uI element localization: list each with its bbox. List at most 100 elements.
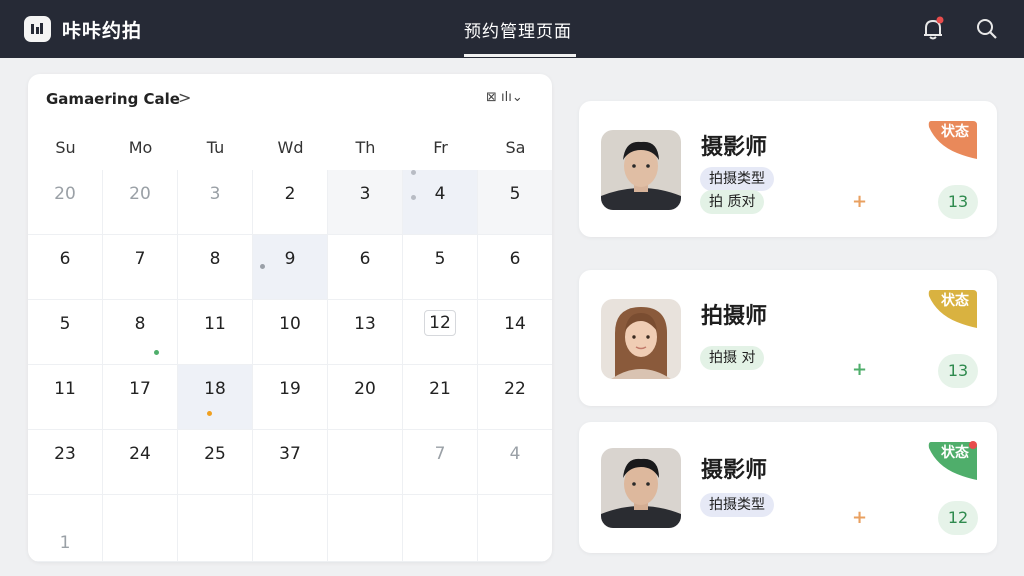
calendar-day[interactable]: 7 (103, 235, 178, 300)
calendar-day[interactable]: 21 (403, 365, 478, 430)
calendar-day[interactable]: 7 (403, 430, 478, 495)
day-number: 13 (354, 314, 376, 334)
day-number: 23 (54, 444, 76, 464)
tag[interactable]: 拍 质对 (700, 190, 765, 214)
day-number: 7 (134, 249, 146, 269)
calendar-day[interactable]: 4 (403, 170, 478, 235)
calendar-day[interactable]: 2 (253, 170, 328, 235)
photographer-card[interactable]: 拍摄师 拍摄 对 + 13 状态 (579, 270, 997, 406)
camera-app-logo-icon[interactable] (24, 16, 51, 42)
calendar-day[interactable]: 11 (178, 300, 253, 365)
calendar-day[interactable]: 11 (28, 365, 103, 430)
calendar-day[interactable]: 4 (478, 430, 552, 495)
day-number: 8 (209, 249, 221, 269)
calendar-day[interactable]: 1 (28, 495, 103, 562)
calendar-day[interactable]: 10 (253, 300, 328, 365)
calendar-day[interactable] (103, 495, 178, 562)
calendar-day[interactable]: 5 (478, 170, 552, 235)
calendar-day[interactable]: 25 (178, 430, 253, 495)
calendar-day[interactable] (178, 495, 253, 562)
day-number: 25 (204, 444, 226, 464)
page-title[interactable]: 预约管理页面 (464, 17, 572, 42)
day-number: 24 (129, 444, 151, 464)
calendar-day[interactable]: 20 (328, 365, 403, 430)
bell-icon[interactable] (920, 16, 946, 42)
day-number: 20 (54, 184, 76, 204)
calendar-day[interactable]: 24 (103, 430, 178, 495)
search-icon[interactable] (974, 16, 1000, 42)
calendar-day[interactable] (253, 495, 328, 562)
calendar-day[interactable]: 3 (328, 170, 403, 235)
day-number: 4 (509, 444, 521, 464)
day-number: 17 (129, 379, 151, 399)
day-number: 10 (279, 314, 301, 334)
add-button[interactable]: + (852, 359, 867, 380)
day-number: 8 (134, 314, 146, 334)
calendar-day[interactable]: 8 (178, 235, 253, 300)
calendar-day[interactable]: 6 (28, 235, 103, 300)
calendar-day[interactable]: 6 (328, 235, 403, 300)
calendar-day[interactable] (478, 495, 552, 562)
top-bar: 咔咔约拍 预约管理页面 (0, 0, 1024, 58)
event-dot (207, 411, 212, 416)
calendar-day[interactable] (328, 495, 403, 562)
calendar-day-selected[interactable]: 12 (403, 300, 478, 365)
event-dot (411, 195, 416, 200)
calendar-day[interactable]: 3 (178, 170, 253, 235)
calendar-card: Gamaering Cale > ⊠ ılı⌄ Su Mo Tu Wd Th F… (28, 74, 552, 562)
day-number: 37 (279, 444, 301, 464)
add-button[interactable]: + (852, 191, 867, 212)
calendar-day[interactable]: 5 (28, 300, 103, 365)
day-number: 7 (434, 444, 446, 464)
calendar-day[interactable]: 17 (103, 365, 178, 430)
avatar[interactable] (601, 130, 681, 210)
shoot-type-tag[interactable]: 拍摄类型 (700, 167, 774, 191)
weekday-label: Wd (277, 138, 304, 157)
day-number: 14 (504, 314, 526, 334)
day-number: 20 (354, 379, 376, 399)
photographer-card[interactable]: 摄影师 拍摄类型 拍 质对 + 13 状态 (579, 101, 997, 237)
calendar-day[interactable]: 18 (178, 365, 253, 430)
add-button[interactable]: + (852, 507, 867, 528)
avatar[interactable] (601, 448, 681, 528)
day-number: 5 (59, 314, 71, 334)
day-number: 1 (59, 533, 71, 553)
avatar[interactable] (601, 299, 681, 379)
day-number: 3 (209, 184, 221, 204)
event-dot (411, 170, 416, 175)
shoot-type-tag[interactable]: 拍摄类型 (700, 493, 774, 517)
weekday-label: Th (355, 138, 376, 157)
day-number: 5 (509, 184, 521, 204)
calendar-day[interactable]: 23 (28, 430, 103, 495)
calendar-view-icon[interactable]: ⊠ ılı⌄ (486, 90, 523, 105)
day-number: 4 (434, 184, 446, 204)
weekday-label: Mo (128, 138, 153, 157)
tag[interactable]: 拍摄 对 (700, 346, 765, 370)
calendar-day[interactable]: 20 (28, 170, 103, 235)
calendar-day[interactable]: 13 (328, 300, 403, 365)
weekday-label: Su (55, 138, 76, 157)
calendar-day[interactable]: 5 (403, 235, 478, 300)
calendar-day[interactable]: 20 (103, 170, 178, 235)
calendar-day[interactable] (403, 495, 478, 562)
day-number: 9 (284, 249, 296, 269)
day-number: 22 (504, 379, 526, 399)
chevron-right-icon[interactable]: > (178, 88, 196, 108)
calendar-title: Gamaering Cale (46, 90, 180, 108)
day-number: 20 (129, 184, 151, 204)
calendar-day[interactable]: 19 (253, 365, 328, 430)
calendar-day[interactable]: 6 (478, 235, 552, 300)
day-number: 11 (204, 314, 226, 334)
calendar-day[interactable] (328, 430, 403, 495)
day-number: 3 (359, 184, 371, 204)
weekday-label: Tu (206, 138, 225, 157)
calendar-day[interactable]: 22 (478, 365, 552, 430)
weekday-label: Sa (505, 138, 526, 157)
day-number: 19 (279, 379, 301, 399)
photographer-card[interactable]: 摄影师 拍摄类型 + 12 状态 (579, 422, 997, 553)
calendar-day[interactable]: 14 (478, 300, 552, 365)
day-number: 6 (359, 249, 371, 269)
count-badge: 13 (938, 185, 978, 219)
calendar-day[interactable]: 37 (253, 430, 328, 495)
calendar-day[interactable]: 8 (103, 300, 178, 365)
